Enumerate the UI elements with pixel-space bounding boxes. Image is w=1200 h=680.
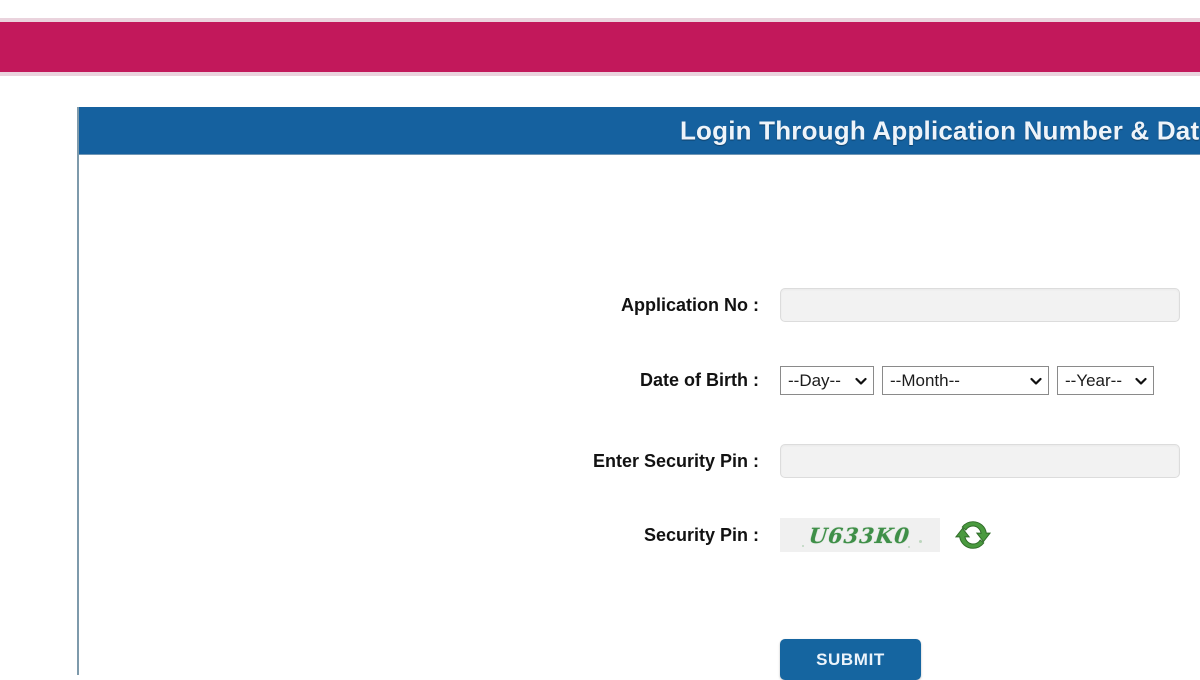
form-row-submit: SUBMIT bbox=[79, 639, 1200, 680]
dob-month-value: --Month-- bbox=[890, 370, 960, 390]
chevron-down-icon bbox=[1030, 375, 1042, 387]
security-pin-label: Security Pin : bbox=[643, 524, 759, 545]
dob-day-value: --Day-- bbox=[788, 370, 841, 390]
refresh-icon[interactable] bbox=[954, 516, 992, 554]
chevron-down-icon bbox=[855, 375, 867, 387]
captcha-noise-speck bbox=[802, 545, 804, 547]
captcha-noise-speck bbox=[919, 540, 922, 543]
submit-button[interactable]: SUBMIT bbox=[780, 639, 921, 680]
dob-year-select[interactable]: --Year-- bbox=[1057, 366, 1154, 395]
form-row-enter-security-pin: Enter Security Pin : bbox=[79, 444, 1200, 478]
enter-security-pin-input[interactable] bbox=[780, 444, 1180, 478]
form-row-security-pin: Security Pin : U633K0 bbox=[79, 516, 1200, 554]
login-panel: Login Through Application Number & Date … bbox=[77, 107, 1200, 680]
form-row-date-of-birth: Date of Birth : --Day-- --Month-- --Year… bbox=[79, 366, 1200, 395]
top-banner bbox=[0, 18, 1200, 76]
form-row-application-no: Application No : bbox=[79, 288, 1200, 322]
panel-header: Login Through Application Number & Date bbox=[79, 107, 1200, 155]
date-of-birth-label: Date of Birth : bbox=[640, 370, 759, 390]
captcha-text: U633K0 bbox=[808, 522, 912, 548]
dob-day-select[interactable]: --Day-- bbox=[780, 366, 874, 395]
captcha-noise-speck bbox=[908, 546, 910, 548]
date-of-birth-group: --Day-- --Month-- --Year-- bbox=[780, 366, 1154, 395]
chevron-down-icon bbox=[1135, 375, 1147, 387]
page-title: Login Through Application Number & Date bbox=[679, 115, 1200, 145]
captcha-group: U633K0 bbox=[780, 516, 992, 554]
dob-month-select[interactable]: --Month-- bbox=[882, 366, 1049, 395]
application-no-input[interactable] bbox=[780, 288, 1180, 322]
enter-security-pin-label: Enter Security Pin : bbox=[592, 450, 759, 471]
captcha-image: U633K0 bbox=[780, 518, 940, 552]
application-no-label: Application No : bbox=[621, 294, 759, 315]
dob-year-value: --Year-- bbox=[1065, 370, 1122, 390]
login-form: Application No : Date of Birth : --Day--… bbox=[79, 155, 1200, 680]
top-banner-fill bbox=[0, 22, 1200, 72]
